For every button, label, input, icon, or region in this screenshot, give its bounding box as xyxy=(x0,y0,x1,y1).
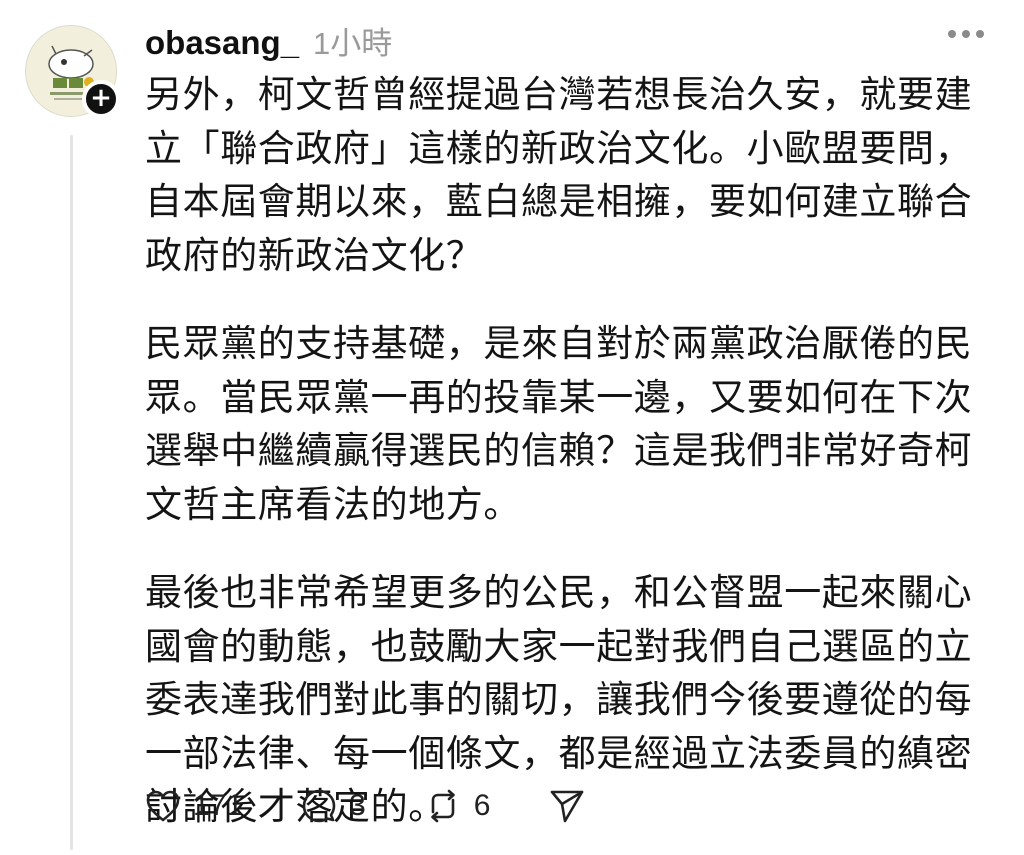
follow-button[interactable]: + xyxy=(82,80,120,118)
post-content: 另外，柯文哲曾經提過台灣若想長治久安，就要建立「聯合政府」這樣的新政治文化。小歐… xyxy=(145,68,995,834)
plus-icon: + xyxy=(90,83,112,113)
action-bar: 171 3 6 xyxy=(145,788,644,824)
comment-button[interactable]: 3 xyxy=(301,788,366,824)
post-paragraph: 民眾黨的支持基礎，是來自對於兩黨政治厭倦的民眾。當民眾黨一再的投靠某一邊，又要如… xyxy=(145,322,973,526)
share-button[interactable] xyxy=(548,788,586,824)
send-icon xyxy=(551,790,584,823)
timestamp: 1小時 xyxy=(313,26,393,61)
speech-bubble-icon xyxy=(302,789,336,823)
repost-count: 6 xyxy=(473,789,491,822)
comment-count: 3 xyxy=(349,789,366,822)
username-link[interactable]: obasang_ xyxy=(145,24,299,62)
more-options-icon[interactable] xyxy=(948,30,984,38)
post-header: obasang_ 1小時 xyxy=(145,18,392,62)
repost-icon xyxy=(430,789,455,823)
like-count: 171 xyxy=(193,789,244,822)
like-button[interactable]: 171 xyxy=(145,789,243,823)
heart-icon xyxy=(146,790,180,822)
post-paragraph: 另外，柯文哲曾經提過台灣若想長治久安，就要建立「聯合政府」這樣的新政治文化。小歐… xyxy=(145,73,973,277)
repost-button[interactable]: 6 xyxy=(424,788,491,824)
thread-line xyxy=(70,135,73,850)
